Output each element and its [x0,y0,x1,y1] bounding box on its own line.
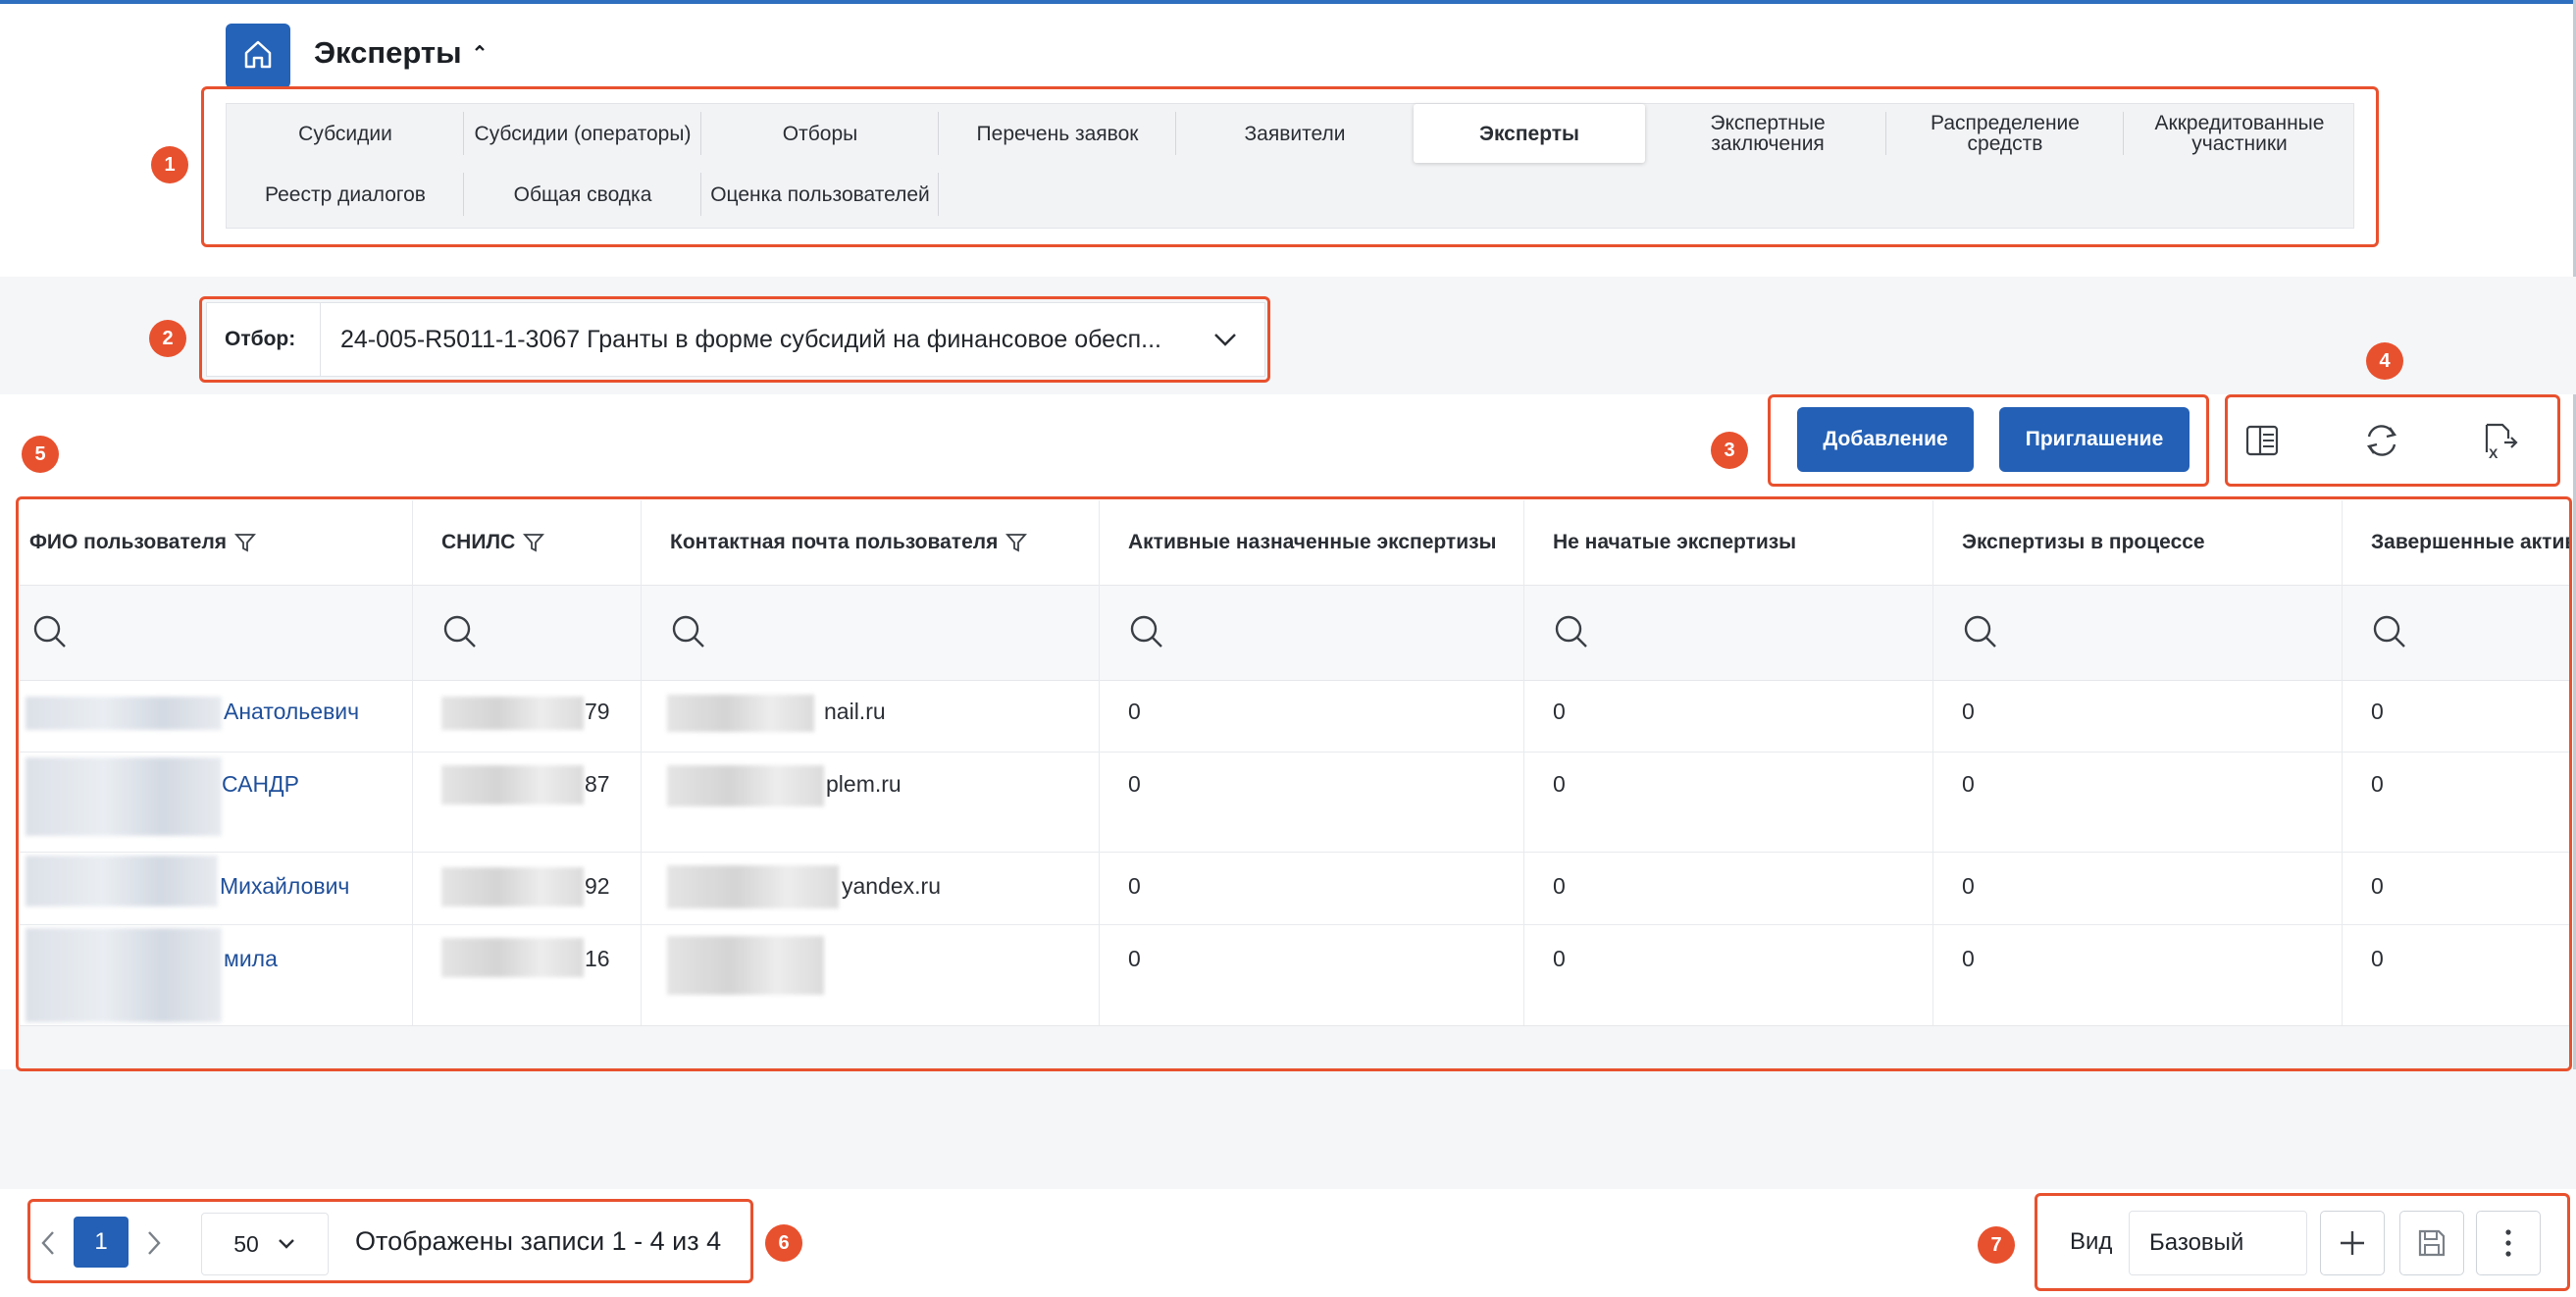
home-button[interactable] [226,24,290,88]
annotation-marker: 5 [22,436,59,473]
annotation-box-toolbar [2225,394,2560,487]
annotation-box-actions [1768,394,2209,487]
empty-band [0,1069,2576,1189]
annotation-box-pagination [27,1199,753,1283]
annotation-marker: 2 [149,320,186,357]
annotation-box-filter [199,296,1270,383]
chevron-up-icon: ⌃ [471,42,489,65]
annotation-box-table [16,496,2572,1071]
annotation-marker: 4 [2366,342,2403,380]
annotation-marker: 1 [151,146,188,183]
annotation-marker: 7 [1978,1226,2015,1264]
annotation-box-view [2035,1193,2570,1291]
annotation-marker: 6 [765,1224,802,1262]
page-title-text: Эксперты [314,35,462,70]
top-accent-line [0,0,2576,4]
page-title[interactable]: Эксперты ⌃ [314,35,488,71]
home-icon [240,36,276,77]
annotation-box-tabs [201,86,2379,247]
annotation-marker: 3 [1711,432,1748,469]
